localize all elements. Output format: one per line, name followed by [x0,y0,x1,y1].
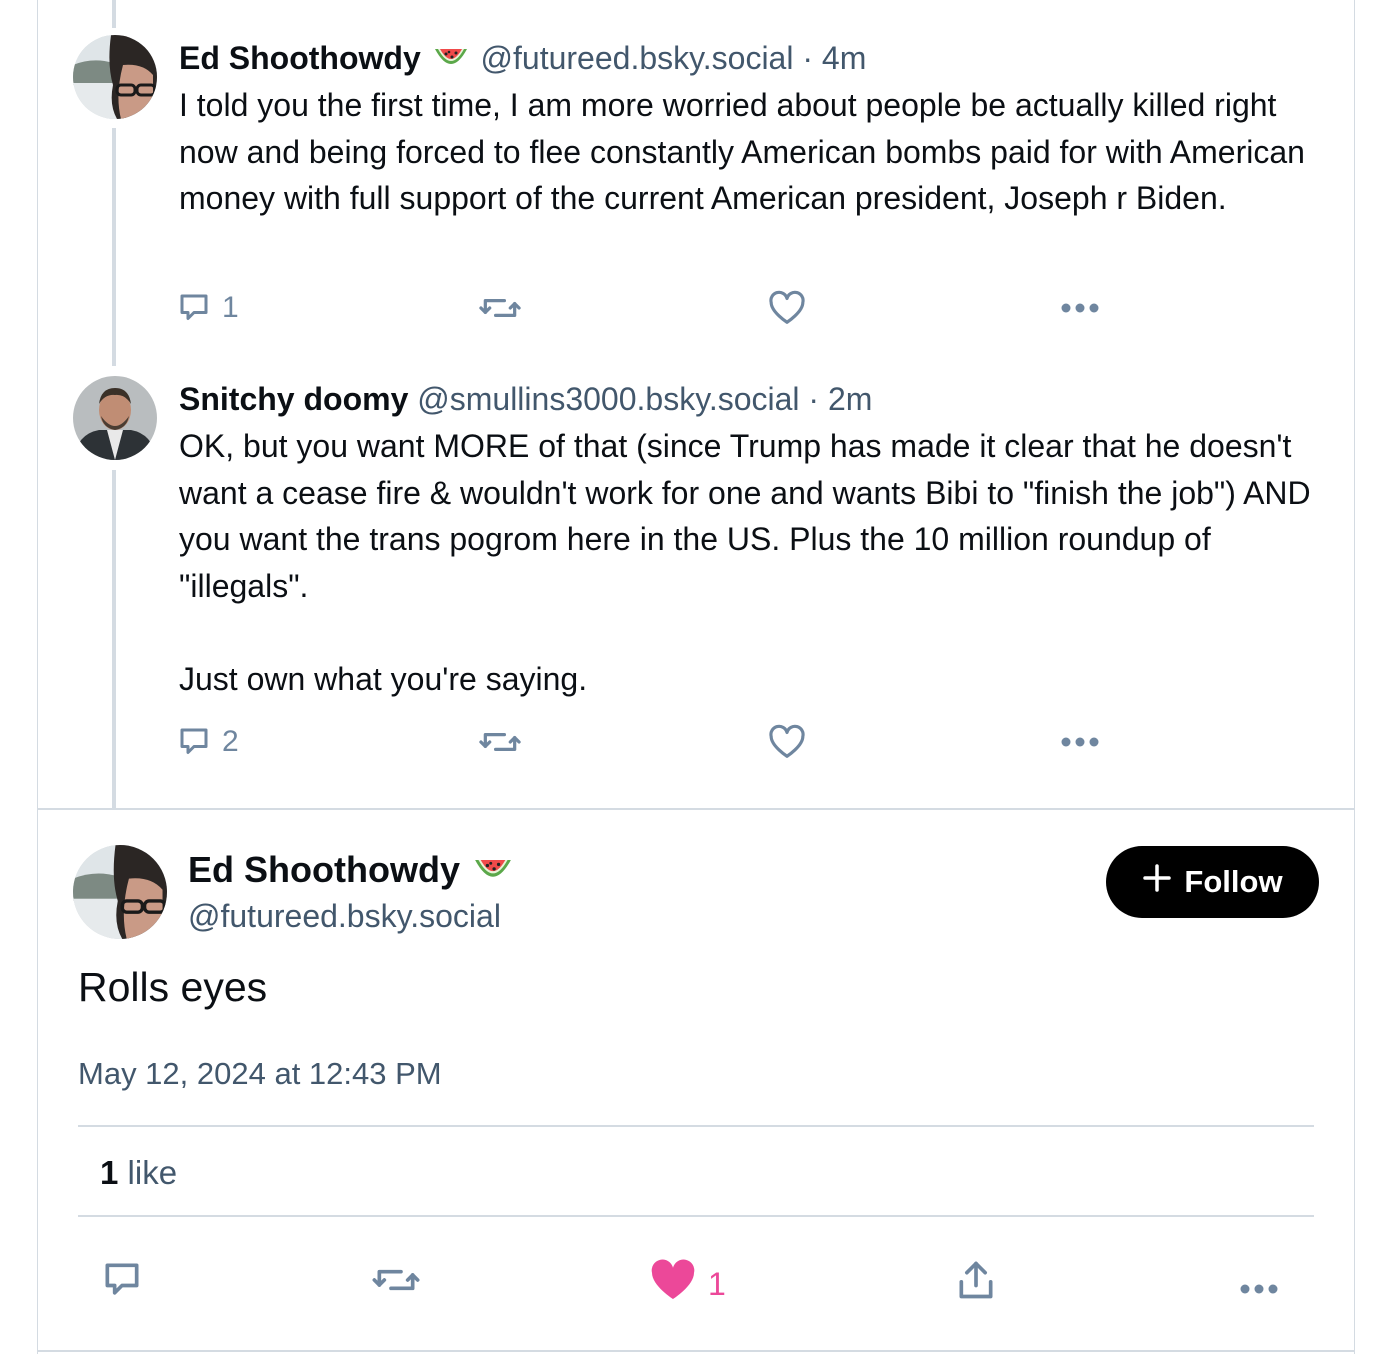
post-header: Snitchy doomy @smullins3000.bsky.social … [179,379,872,419]
reply-icon [176,724,212,760]
like-button[interactable] [768,722,806,762]
likes-stat[interactable]: 1 like [100,1153,177,1193]
post-date: May 12, 2024 at 12:43 PM [78,1056,442,1091]
plus-icon [1142,863,1172,901]
reply-count: 2 [222,725,239,758]
repost-icon [478,290,522,326]
thread-connector [112,0,116,28]
thread-connector [112,470,116,808]
likes-stat-label: like [127,1154,178,1191]
post-text: Rolls eyes [78,964,268,1010]
author-name[interactable]: Ed Shoothowdy [179,40,421,76]
repost-button[interactable] [478,722,522,762]
like-count: 1 [708,1265,726,1302]
post-actions: 2 [176,722,1136,762]
main-author-row: Ed Shoothowdy [188,848,512,892]
repost-icon [370,1260,422,1308]
author-name[interactable]: Snitchy doomy [179,381,408,417]
watermelon-icon [430,40,481,76]
post-text: OK, but you want MORE of that (since Tru… [179,428,1311,697]
stats-divider [78,1125,1314,1127]
follow-button[interactable]: Follow [1106,846,1319,918]
author-handle[interactable]: @futureed.bsky.social [188,896,501,936]
heart-outline-icon [768,724,806,760]
repost-button[interactable] [478,288,522,328]
bottom-divider [37,1350,1355,1352]
heart-filled-icon [650,1259,696,1309]
post-actions: 1 [176,288,1136,328]
more-options-button[interactable] [1060,288,1100,328]
reply-icon [176,290,212,326]
like-button[interactable] [768,288,806,328]
ellipsis-icon [1239,1266,1279,1303]
avatar[interactable] [73,845,167,939]
reply-button[interactable]: 1 [176,288,239,328]
follow-label: Follow [1184,864,1283,899]
reply-icon [100,1258,144,1310]
post-header: Ed Shoothowdy @futureed.bsky.social · 4m [179,38,866,78]
main-post-actions: 1 [0,1259,1378,1309]
heart-outline-icon [768,290,806,326]
share-icon [954,1258,998,1310]
section-divider [37,808,1355,810]
avatar[interactable] [73,35,157,119]
like-button[interactable]: 1 [650,1259,726,1309]
author-handle[interactable]: @smullins3000.bsky.social [417,381,799,417]
author-handle[interactable]: @futureed.bsky.social [481,40,794,76]
repost-icon [478,724,522,760]
ellipsis-icon [1060,736,1100,748]
post-time[interactable]: · 2m [800,381,872,417]
post-time[interactable]: · 4m [793,40,866,76]
author-name[interactable]: Ed Shoothowdy [188,849,460,890]
reply-button[interactable]: 2 [176,722,239,762]
repost-button[interactable] [370,1262,422,1306]
reply-count: 1 [222,291,239,324]
post-text: I told you the first time, I am more wor… [179,87,1314,216]
more-options-button[interactable] [1060,722,1100,762]
stats-divider [78,1215,1314,1217]
watermelon-icon [470,849,512,890]
reply-button[interactable] [100,1262,144,1306]
avatar[interactable] [73,376,157,460]
ellipsis-icon [1060,302,1100,314]
thread-connector [112,128,116,366]
more-options-button[interactable] [1239,1262,1279,1306]
share-button[interactable] [954,1261,998,1306]
likes-stat-count: 1 [100,1154,119,1191]
